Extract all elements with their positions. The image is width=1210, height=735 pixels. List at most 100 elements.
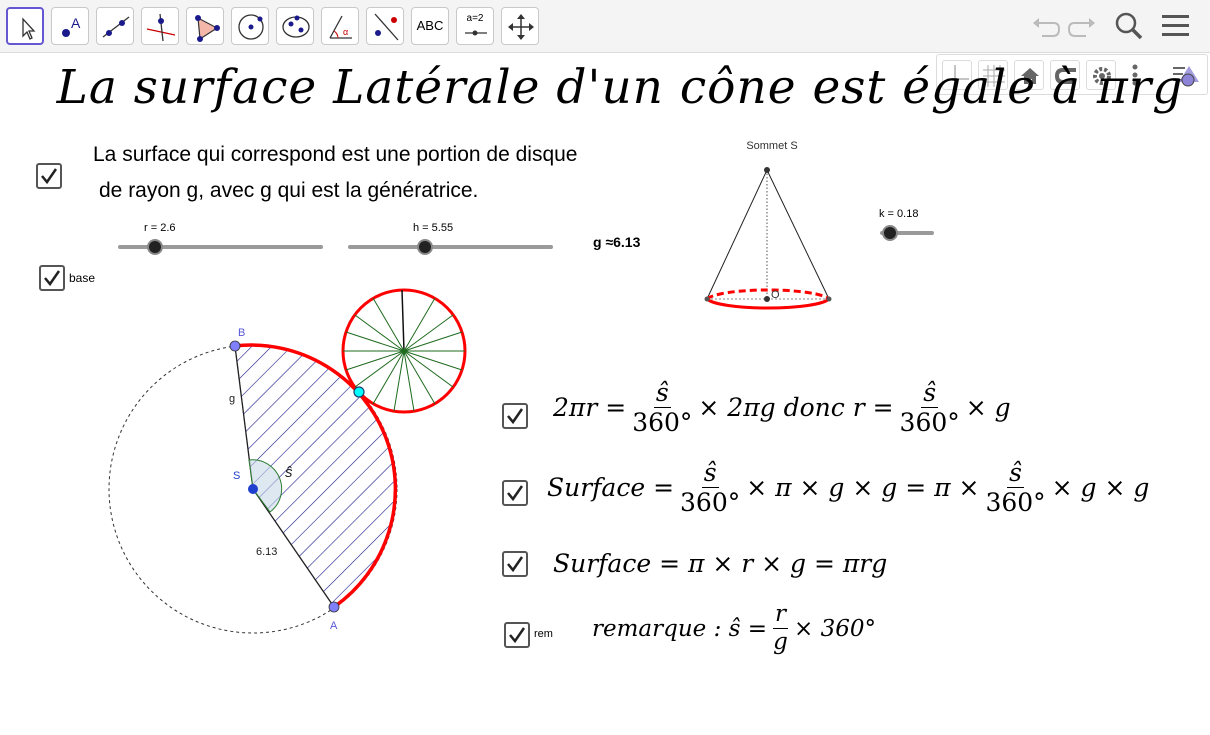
cone-apex-point[interactable] <box>764 167 770 173</box>
g-value: g ≈6.13 <box>593 234 641 250</box>
formula-2-end: × g × g <box>1051 473 1150 502</box>
slider-h-label: h = 5.55 <box>413 222 454 234</box>
slider-k-label: k = 0.18 <box>879 208 919 220</box>
checkmark-icon <box>507 485 524 502</box>
hamburger-menu-icon <box>1162 15 1189 36</box>
redo-icon <box>1067 18 1095 37</box>
description-line-2: de rayon g, avec g qui est la génératric… <box>99 179 479 202</box>
rem-checkbox[interactable] <box>504 622 530 648</box>
formula-4-fraction: rg <box>773 601 789 655</box>
base-circle-figure <box>341 288 467 414</box>
perpendicular-line-icon <box>146 13 176 42</box>
formula-1-checkbox[interactable] <box>502 403 528 429</box>
formula-1-fraction-2: ŝ 360° <box>900 380 960 435</box>
checkmark-icon <box>44 270 61 287</box>
angle-icon: α <box>329 15 352 39</box>
polygon-icon <box>195 15 220 42</box>
point-B[interactable] <box>229 340 241 352</box>
formula-4-end: × 360° <box>794 615 877 642</box>
formula-4: remarque : ŝ = rg × 360° <box>592 603 876 654</box>
base-checkbox[interactable] <box>39 265 65 291</box>
slider-icon <box>465 30 487 36</box>
label-A: A <box>330 620 338 632</box>
formula-1-den-1: 360° <box>632 408 693 437</box>
formula-1-den-2: 360° <box>899 408 960 437</box>
formula-2-mid: × π × g × g = π × <box>746 473 980 502</box>
formula-2-num-2: ŝ <box>1007 458 1024 488</box>
formula-4-left: remarque : ŝ = <box>592 615 768 642</box>
formula-2-den-1: 360° <box>680 488 741 517</box>
ellipse-tool[interactable] <box>276 7 314 45</box>
formula-2-checkbox[interactable] <box>502 480 528 506</box>
text-tool-label: ABC <box>416 18 444 33</box>
perpendicular-tool[interactable] <box>141 7 179 45</box>
formula-1-mid: × 2πg donc r = <box>698 393 894 422</box>
formula-1-num-2: ŝ <box>921 378 939 408</box>
text-tool[interactable]: ABC <box>411 7 449 45</box>
point-A[interactable] <box>328 601 340 613</box>
polygon-tool[interactable] <box>186 7 224 45</box>
redo-button[interactable] <box>1064 7 1102 45</box>
formula-4-den: g <box>773 629 788 655</box>
formula-1-left: 2πr = <box>553 393 627 422</box>
formula-1-end: × g <box>965 393 1011 422</box>
formula-2-den-2: 360° <box>985 488 1046 517</box>
circle-tool[interactable] <box>231 7 269 45</box>
checkmark-icon <box>509 627 526 644</box>
main-menu-button[interactable] <box>1157 7 1195 45</box>
conic-icon <box>282 15 310 38</box>
move-tool[interactable] <box>6 7 44 45</box>
toolbar: A α ABC a=2 <box>0 0 1210 53</box>
formula-2: Surface = ŝ 360° × π × g × g = π × ŝ 360° … <box>547 460 1149 515</box>
cone-base-center-point[interactable] <box>764 296 770 302</box>
formula-2-fraction-1: ŝ 360° <box>680 460 740 515</box>
undo-icon <box>1033 18 1061 37</box>
label-g: g <box>229 393 235 405</box>
rem-checkbox-label: rem <box>534 628 553 640</box>
search-icon <box>1115 12 1143 40</box>
formula-1: 2πr = ŝ 360° × 2πg donc r = ŝ 360° × g <box>553 380 1011 435</box>
undo-button[interactable] <box>1026 7 1064 45</box>
point-icon: A <box>62 15 81 37</box>
slider-tool[interactable]: a=2 <box>456 7 494 45</box>
page-title: La surface Latérale d'un cône est égale … <box>56 60 1184 115</box>
slider-r-knob[interactable] <box>147 239 163 255</box>
description-checkbox[interactable] <box>36 163 62 189</box>
svg-text:A: A <box>71 15 81 31</box>
move-arrows-icon <box>508 14 534 40</box>
checkmark-icon <box>507 556 524 573</box>
formula-2-num-1: ŝ <box>701 458 719 488</box>
label-s-hat: ŝ <box>285 464 293 481</box>
cone-apex-label: Sommet S <box>746 140 797 152</box>
circle-icon <box>238 14 264 40</box>
reflect-about-line-icon <box>374 13 399 41</box>
label-S: S <box>233 470 240 482</box>
checkmark-icon <box>507 408 524 425</box>
formula-3: Surface = π × r × g = πrg <box>553 549 888 578</box>
reflect-tool[interactable] <box>366 7 404 45</box>
line-icon <box>102 16 130 38</box>
formula-1-fraction-1: ŝ 360° <box>632 380 692 435</box>
angle-tool[interactable]: α <box>321 7 359 45</box>
cone-figure: Sommet S O <box>704 140 832 310</box>
formula-4-num: r <box>773 601 789 629</box>
formula-3-checkbox[interactable] <box>502 551 528 577</box>
cursor-arrow-icon <box>22 17 36 40</box>
search-button[interactable] <box>1110 7 1148 45</box>
point-S[interactable] <box>248 484 258 494</box>
description-line-1: La surface qui correspond est une portio… <box>93 143 578 166</box>
move-graphics-tool[interactable] <box>501 7 539 45</box>
checkmark-icon <box>41 168 58 185</box>
length-label: 6.13 <box>256 546 277 558</box>
cone-center-label: O <box>771 289 780 301</box>
formula-2-fraction-2: ŝ 360° <box>985 460 1045 515</box>
slider-k-knob[interactable] <box>882 225 898 241</box>
slider-h-knob[interactable] <box>417 239 433 255</box>
formula-2-left: Surface = <box>547 473 675 502</box>
point-tool[interactable]: A <box>51 7 89 45</box>
formula-1-num-1: ŝ <box>653 378 671 408</box>
contact-point[interactable] <box>353 386 365 398</box>
line-tool[interactable] <box>96 7 134 45</box>
label-B: B <box>238 327 245 339</box>
slider-h-track[interactable] <box>348 245 553 249</box>
